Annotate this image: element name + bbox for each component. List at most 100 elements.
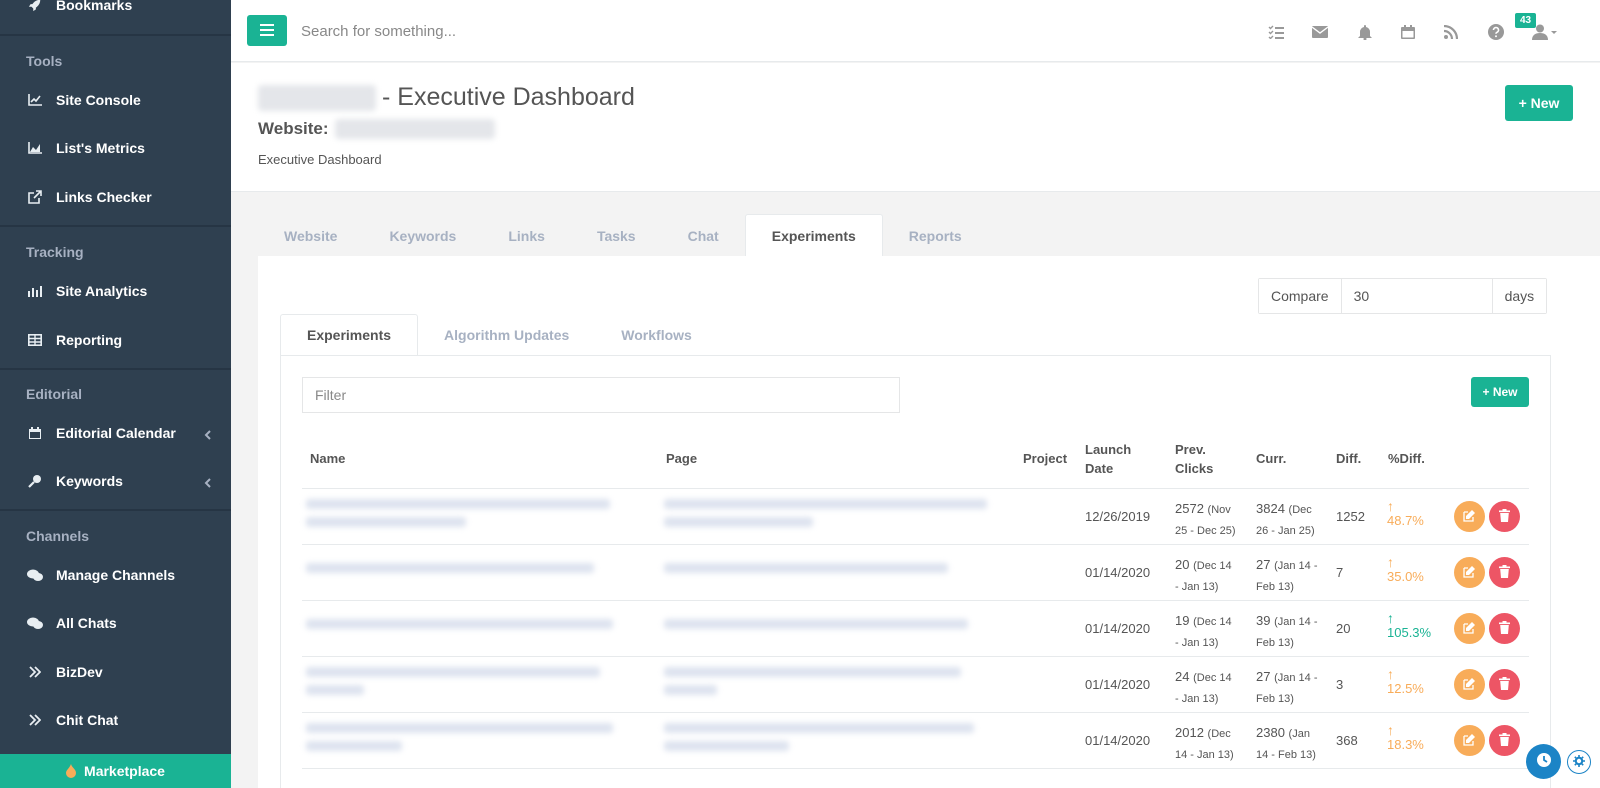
curr-range: (Jan bbox=[1288, 728, 1310, 740]
prev-clicks: 24 (Dec 14 - Jan 13) bbox=[1175, 667, 1232, 709]
redacted-page-url[interactable] bbox=[664, 555, 994, 591]
tab-tasks[interactable]: Tasks bbox=[571, 214, 662, 257]
sidebar-item-all-chats[interactable]: All Chats bbox=[0, 603, 231, 643]
table-row: 01/14/2020 19 (Dec 14 - Jan 13) 39 (Jan 1… bbox=[302, 601, 1529, 657]
sidebar-item-keywords[interactable]: Keywords bbox=[0, 461, 231, 501]
sidebar-item-manage-channels[interactable]: Manage Channels bbox=[0, 555, 231, 595]
user-menu-icon[interactable] bbox=[1528, 20, 1562, 44]
tab-links[interactable]: Links bbox=[482, 214, 571, 257]
edit-button[interactable] bbox=[1454, 669, 1485, 700]
sidebar: Bookmarks Tools Site Console List's Metr… bbox=[0, 0, 231, 788]
edit-button[interactable] bbox=[1454, 557, 1485, 588]
redacted-experiment-name[interactable] bbox=[306, 499, 626, 535]
redacted-experiment-name[interactable] bbox=[306, 611, 626, 647]
sidebar-item-links-checker[interactable]: Links Checker bbox=[0, 177, 231, 217]
prev-clicks: 19 (Dec 14 - Jan 13) bbox=[1175, 611, 1232, 653]
curr-range: 14 - Feb 13) bbox=[1256, 749, 1316, 761]
compare-days-input[interactable] bbox=[1341, 279, 1492, 313]
sidebar-item-lists-metrics[interactable]: List's Metrics bbox=[0, 128, 231, 168]
history-button[interactable] bbox=[1526, 744, 1561, 779]
subtab-workflows[interactable]: Workflows bbox=[595, 314, 718, 356]
trash-icon bbox=[1499, 620, 1510, 637]
pct-diff-value: 18.3% bbox=[1387, 737, 1424, 752]
prev-range: 25 - Dec 25) bbox=[1175, 525, 1236, 537]
prev-clicks-value: 2572 bbox=[1175, 501, 1204, 516]
delete-button[interactable] bbox=[1489, 725, 1520, 756]
table-row: 01/14/2020 24 (Dec 14 - Jan 13) 27 (Jan 1… bbox=[302, 657, 1529, 713]
marketplace-button[interactable]: Marketplace bbox=[0, 754, 231, 788]
subtab-experiments[interactable]: Experiments bbox=[280, 314, 419, 356]
curr-range: 26 - Jan 25) bbox=[1256, 525, 1315, 537]
page-title: - Executive Dashboard bbox=[258, 83, 635, 112]
trash-icon bbox=[1499, 508, 1510, 525]
curr-clicks: 27 (Jan 14 - Feb 13) bbox=[1256, 667, 1318, 709]
pct-diff-value: 48.7% bbox=[1387, 513, 1424, 528]
sidebar-item-editorial-calendar[interactable]: Editorial Calendar bbox=[0, 413, 231, 453]
sidebar-item-bookmarks[interactable]: Bookmarks bbox=[0, 0, 231, 25]
table-row: 12/26/2019 2572 (Nov 25 - Dec 25) 3824 (D… bbox=[302, 489, 1529, 545]
delete-button[interactable] bbox=[1489, 669, 1520, 700]
column-header-name[interactable]: Name bbox=[310, 449, 345, 468]
redacted-page-url[interactable] bbox=[664, 499, 994, 535]
settings-button[interactable] bbox=[1567, 750, 1591, 774]
sidebar-item-label: List's Metrics bbox=[56, 140, 145, 156]
menu-toggle-button[interactable] bbox=[247, 15, 287, 46]
clock-icon bbox=[1536, 752, 1552, 771]
redacted-experiment-name[interactable] bbox=[306, 723, 626, 759]
column-header-project[interactable]: Project bbox=[1023, 449, 1067, 468]
pct-diff: ↑ 18.3% bbox=[1387, 723, 1424, 752]
delete-button[interactable] bbox=[1489, 613, 1520, 644]
curr-clicks-value: 39 bbox=[1256, 613, 1271, 628]
curr-clicks-value: 3824 bbox=[1256, 501, 1285, 516]
delete-button[interactable] bbox=[1489, 501, 1520, 532]
edit-button[interactable] bbox=[1454, 501, 1485, 532]
area-chart-icon bbox=[26, 142, 44, 154]
tasks-icon[interactable] bbox=[1264, 20, 1288, 44]
tab-reports[interactable]: Reports bbox=[883, 214, 988, 257]
column-header-launch-date[interactable]: Launch Date bbox=[1085, 440, 1131, 478]
sidebar-item-label: Bookmarks bbox=[56, 0, 133, 13]
comments-icon bbox=[26, 617, 44, 630]
edit-button[interactable] bbox=[1454, 613, 1485, 644]
prev-range: (Dec bbox=[1207, 728, 1231, 740]
new-experiment-button[interactable]: + New bbox=[1471, 377, 1529, 407]
header-line: Clicks bbox=[1175, 461, 1214, 476]
rss-icon[interactable] bbox=[1439, 20, 1463, 44]
column-header-pct-diff[interactable]: %Diff. bbox=[1388, 449, 1425, 468]
line-chart-icon bbox=[26, 94, 44, 106]
tab-experiments[interactable]: Experiments bbox=[744, 214, 883, 257]
new-button[interactable]: + New bbox=[1505, 85, 1573, 121]
delete-button[interactable] bbox=[1489, 557, 1520, 588]
column-header-page[interactable]: Page bbox=[666, 449, 697, 468]
tab-keywords[interactable]: Keywords bbox=[363, 214, 482, 257]
redacted-experiment-name[interactable] bbox=[306, 555, 626, 591]
subtab-algorithm-updates[interactable]: Algorithm Updates bbox=[418, 314, 595, 356]
prev-clicks: 20 (Dec 14 - Jan 13) bbox=[1175, 555, 1232, 597]
curr-clicks: 39 (Jan 14 - Feb 13) bbox=[1256, 611, 1318, 653]
tab-website[interactable]: Website bbox=[258, 214, 363, 257]
sidebar-item-chit-chat[interactable]: Chit Chat bbox=[0, 700, 231, 740]
redacted-page-url[interactable] bbox=[664, 723, 994, 759]
column-header-curr[interactable]: Curr. bbox=[1256, 449, 1286, 468]
bell-icon[interactable] bbox=[1353, 20, 1377, 44]
redacted-page-url[interactable] bbox=[664, 611, 994, 647]
sidebar-item-site-analytics[interactable]: Site Analytics bbox=[0, 271, 231, 311]
edit-button[interactable] bbox=[1454, 725, 1485, 756]
envelope-icon[interactable] bbox=[1308, 20, 1332, 44]
prev-range: (Dec 14 bbox=[1193, 616, 1232, 628]
filter-input[interactable] bbox=[302, 377, 900, 413]
compare-group: Compare days bbox=[1258, 278, 1548, 314]
sidebar-item-site-console[interactable]: Site Console bbox=[0, 80, 231, 120]
redacted-page-url[interactable] bbox=[664, 667, 994, 703]
tab-chat[interactable]: Chat bbox=[662, 214, 745, 257]
sidebar-divider bbox=[0, 34, 231, 36]
curr-range: (Jan 14 - bbox=[1274, 560, 1318, 572]
search-input[interactable] bbox=[301, 16, 801, 46]
question-circle-icon[interactable] bbox=[1484, 20, 1508, 44]
calendar-icon[interactable] bbox=[1396, 20, 1420, 44]
sidebar-item-bizdev[interactable]: BizDev bbox=[0, 652, 231, 692]
redacted-experiment-name[interactable] bbox=[306, 667, 626, 703]
column-header-diff[interactable]: Diff. bbox=[1336, 449, 1361, 468]
sidebar-item-reporting[interactable]: Reporting bbox=[0, 320, 231, 360]
column-header-prev-clicks[interactable]: Prev. Clicks bbox=[1175, 440, 1213, 478]
